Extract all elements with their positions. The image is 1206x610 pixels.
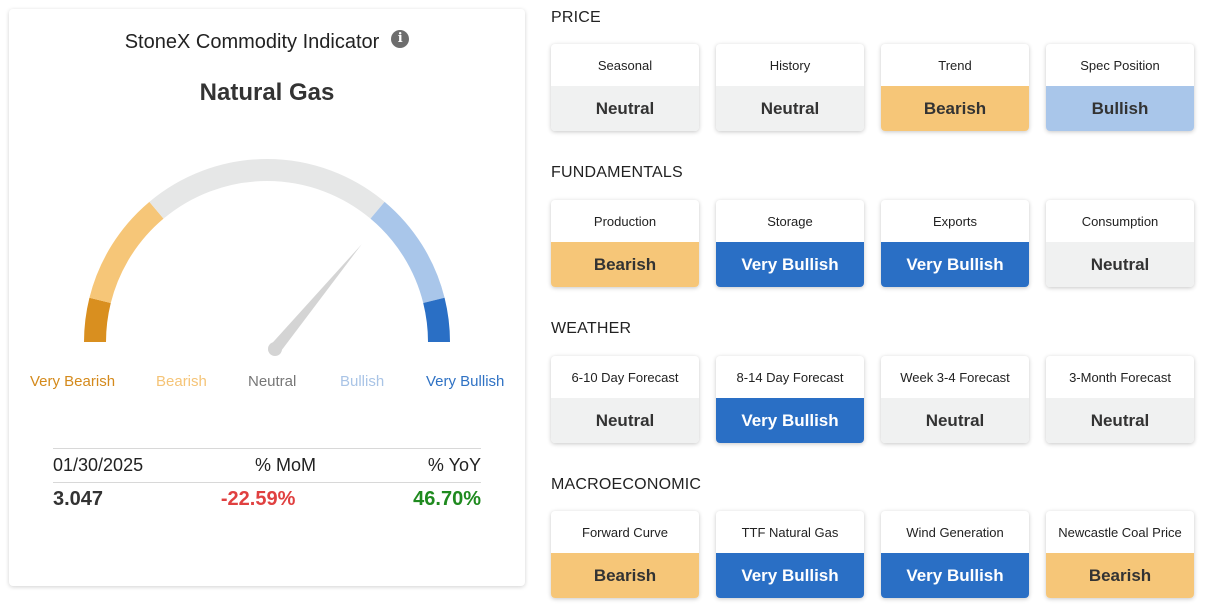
sentiment-gauge [84,159,450,356]
card-8-14-day-forecast[interactable]: 8-14 Day Forecast Very Bullish [716,356,864,443]
card-value: Very Bullish [716,553,864,598]
gauge-needle-hub [268,342,282,356]
card-value: Neutral [881,398,1029,443]
stats-yoy-value: 46.70% [413,488,481,510]
card-label: Trend [938,57,972,73]
card-production[interactable]: Production Bearish [551,200,699,287]
card-exports[interactable]: Exports Very Bullish [881,200,1029,287]
stats-price: 3.047 [53,488,104,510]
card-seasonal[interactable]: Seasonal Neutral [551,44,699,131]
scale-label-very-bearish: Very Bearish [30,373,116,390]
card-value: Bearish [1046,553,1194,598]
stats-value-row: 3.047 -22.59% 46.70% [53,483,481,516]
card-label: Newcastle Coal Price [1058,524,1182,540]
section-title-weather: WEATHER [551,320,632,337]
stats-mom-value: -22.59% [220,488,296,510]
card-label: Forward Curve [582,524,668,540]
gauge-segment-very-bearish [84,297,111,343]
card-value: Very Bullish [881,553,1029,598]
card-value: Neutral [716,86,864,131]
card-consumption[interactable]: Consumption Neutral [1046,200,1194,287]
card-label: Production [593,213,657,229]
scale-label-bearish: Bearish [156,373,207,390]
gauge-segment-bullish [370,201,445,304]
card-label: 8-14 Day Forecast [736,369,844,385]
card-value: Neutral [551,398,699,443]
card-label: Storage [767,213,813,229]
card-value: Neutral [1046,398,1194,443]
card-label: Consumption [1081,213,1159,229]
stats-header-row: 01/30/2025 % MoM % YoY [53,449,481,482]
card-label: Spec Position [1080,57,1160,73]
section-title-fundamentals: FUNDAMENTALS [551,164,683,181]
section-title-price: PRICE [551,9,601,26]
card-value: Bearish [551,553,699,598]
gauge-segment-very-bullish [423,297,450,343]
stats-yoy-header: % YoY [427,455,481,475]
card-newcastle-coal-price[interactable]: Newcastle Coal Price Bearish [1046,511,1194,598]
card-3-month-forecast[interactable]: 3-Month Forecast Neutral [1046,356,1194,443]
gauge-needle [270,244,362,353]
card-value: Very Bullish [716,398,864,443]
indicator-panel: StoneX Commodity Indicator i Natural Gas … [9,9,525,586]
card-wind-generation[interactable]: Wind Generation Very Bullish [881,511,1029,598]
stats-date: 01/30/2025 [53,455,144,475]
card-label: History [769,57,811,73]
card-spec-position[interactable]: Spec Position Bullish [1046,44,1194,131]
card-label: Seasonal [597,57,653,73]
card-value: Bullish [1046,86,1194,131]
card-ttf-natural-gas[interactable]: TTF Natural Gas Very Bullish [716,511,864,598]
card-value: Neutral [1046,242,1194,287]
card-value: Very Bullish [716,242,864,287]
section-title-macroeconomic: MACROECONOMIC [551,476,702,493]
gauge-segment-neutral [149,159,385,219]
card-label: 6-10 Day Forecast [571,369,679,385]
stats-mom-header: % MoM [255,455,317,475]
card-value: Neutral [551,86,699,131]
card-value: Bearish [551,242,699,287]
price-stats: 01/30/2025 % MoM % YoY 3.047 -22.59% 46.… [53,448,481,516]
gauge-scale-labels: Very Bearish Bearish Neutral Bullish Ver… [9,373,525,393]
card-storage[interactable]: Storage Very Bullish [716,200,864,287]
card-value: Bearish [881,86,1029,131]
card-forward-curve[interactable]: Forward Curve Bearish [551,511,699,598]
card-value: Very Bullish [881,242,1029,287]
gauge-segment-bearish [89,201,164,304]
card-trend[interactable]: Trend Bearish [881,44,1029,131]
scale-label-bullish: Bullish [340,373,385,390]
card-label: Exports [932,213,978,229]
card-label: 3-Month Forecast [1069,369,1171,385]
scale-label-neutral: Neutral [248,373,297,390]
card-6-10-day-forecast[interactable]: 6-10 Day Forecast Neutral [551,356,699,443]
card-label: TTF Natural Gas [741,524,839,540]
card-label: Week 3-4 Forecast [900,369,1010,385]
card-label: Wind Generation [906,524,1004,540]
card-week-3-4-forecast[interactable]: Week 3-4 Forecast Neutral [881,356,1029,443]
card-history[interactable]: History Neutral [716,44,864,131]
scale-label-very-bullish: Very Bullish [426,373,505,390]
